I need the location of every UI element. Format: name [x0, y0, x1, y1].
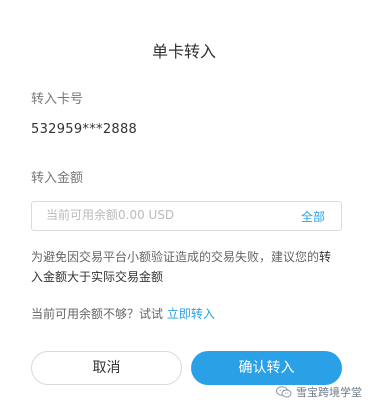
- watermark-text: 雪宝跨境学堂: [296, 386, 362, 399]
- card-number-label: 转入卡号: [31, 92, 84, 107]
- notice-text: 为避免因交易平台小额验证造成的交易失败，建议您的转入金额大于实际交易金额: [31, 247, 343, 287]
- amount-field[interactable]: 全部: [31, 201, 342, 231]
- transfer-now-link[interactable]: 立即转入: [167, 307, 215, 321]
- dialog-title: 单卡转入: [151, 42, 216, 61]
- amount-input[interactable]: [46, 208, 266, 222]
- confirm-transfer-button[interactable]: 确认转入: [191, 351, 342, 385]
- balance-hint: 当前可用余额不够？试试 立即转入: [31, 305, 215, 322]
- amount-label: 转入金额: [31, 171, 84, 186]
- watermark: 雪宝跨境学堂: [276, 384, 362, 400]
- transfer-in-dialog: 单卡转入 转入卡号 532959***2888 转入金额 全部 为避免因交易平台…: [0, 0, 368, 405]
- card-number-value: 532959***2888: [31, 122, 138, 137]
- cancel-button[interactable]: 取消: [31, 351, 182, 385]
- balance-hint-text: 当前可用余额不够？试试: [31, 307, 164, 321]
- wechat-icon: [276, 386, 292, 398]
- all-amount-button[interactable]: 全部: [301, 208, 325, 225]
- notice-text-prefix: 为避免因交易平台小额验证造成的交易失败，建议您的: [31, 250, 320, 264]
